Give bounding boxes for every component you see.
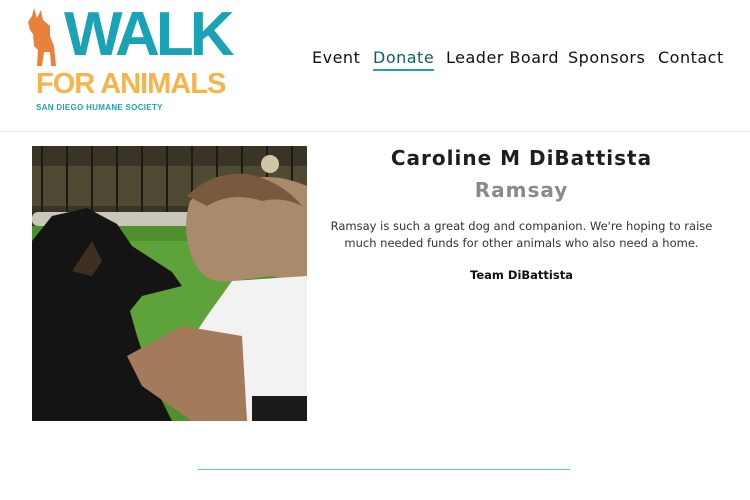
- walk-for-animals-logo[interactable]: WALK FOR ANIMALS SAN DIEGO HUMANE SOCIET…: [28, 2, 235, 116]
- nav-donate-label: Donate: [373, 48, 435, 67]
- nav-leader-board[interactable]: Leader Board: [446, 48, 559, 67]
- team-link[interactable]: Team DiBattista: [330, 268, 713, 282]
- logo-for-animals-text: FOR ANIMALS: [36, 68, 226, 100]
- nav-sponsors[interactable]: Sponsors: [568, 48, 645, 67]
- nav-contact[interactable]: Contact: [658, 48, 724, 67]
- nav-active-underline: [373, 69, 435, 71]
- logo-walk-text: WALK: [64, 0, 235, 69]
- donor-name: Caroline M DiBattista: [390, 146, 653, 170]
- nav-donate[interactable]: Donate: [373, 48, 435, 71]
- profile-story: Ramsay is such a great dog and companion…: [330, 219, 713, 250]
- site-header: WALK FOR ANIMALS SAN DIEGO HUMANE SOCIET…: [0, 0, 750, 132]
- profile-photo: [32, 146, 307, 421]
- logo-subtitle: SAN DIEGO HUMANE SOCIETY: [36, 103, 163, 112]
- profile-content: Caroline M DiBattista Ramsay Ramsay is s…: [330, 144, 713, 282]
- nav-event[interactable]: Event: [312, 48, 360, 67]
- dog-silhouette-icon: [28, 8, 56, 66]
- pet-name: Ramsay: [474, 178, 569, 202]
- section-divider: [198, 469, 570, 470]
